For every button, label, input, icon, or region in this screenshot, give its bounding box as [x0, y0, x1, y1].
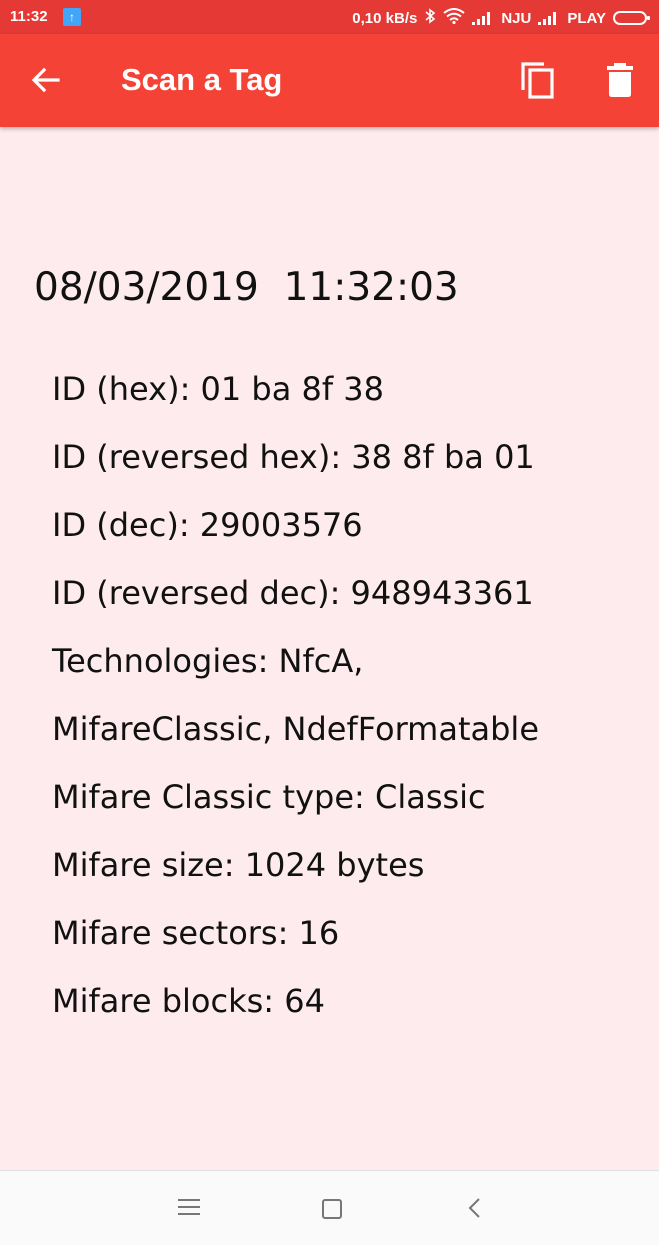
signal-icon [538, 11, 560, 25]
copy-button[interactable] [518, 60, 558, 100]
detail-id-reversed-dec: ID (reversed dec): 948943361 [52, 574, 534, 612]
status-bar: 11:32 ↑ 0,10 kB/s NJU PLAY [0, 0, 659, 34]
home-icon[interactable] [322, 1199, 342, 1219]
scan-datetime: 08/03/2019 11:32:03 [34, 265, 459, 310]
status-time: 11:32 [10, 8, 48, 25]
detail-mifare-blocks: Mifare blocks: 64 [52, 982, 325, 1020]
trash-icon [607, 63, 633, 97]
detail-technologies: Technologies: NfcA, [52, 642, 364, 680]
detail-technologies-cont: MifareClassic, NdefFormatable [52, 710, 539, 748]
battery-icon [613, 11, 650, 25]
system-nav-bar [0, 1170, 659, 1245]
network-speed: 0,10 kB/s [352, 9, 418, 27]
nav-back-icon[interactable] [465, 1195, 483, 1221]
upload-icon: ↑ [63, 8, 81, 26]
scan-result: 08/03/2019 11:32:03 ID (hex): 01 ba 8f 3… [0, 127, 659, 1170]
signal-icon [472, 11, 494, 25]
detail-mifare-type: Mifare Classic type: Classic [52, 778, 486, 816]
status-right: 0,10 kB/s NJU PLAY [352, 8, 650, 28]
wifi-icon [443, 8, 465, 28]
app-bar: Scan a Tag [0, 34, 659, 127]
tag-details: ID (hex): 01 ba 8f 38 ID (reversed hex):… [52, 363, 652, 1043]
bluetooth-icon [424, 8, 436, 28]
menu-icon[interactable] [178, 1199, 200, 1217]
page-title: Scan a Tag [121, 62, 283, 97]
detail-mifare-size: Mifare size: 1024 bytes [52, 846, 425, 884]
detail-id-dec: ID (dec): 29003576 [52, 506, 363, 544]
carrier-2: PLAY [567, 9, 606, 27]
carrier-1: NJU [501, 9, 532, 27]
delete-button[interactable] [600, 60, 640, 100]
copy-icon [521, 62, 554, 99]
detail-id-reversed-hex: ID (reversed hex): 38 8f ba 01 [52, 438, 535, 476]
back-button[interactable] [28, 62, 64, 98]
detail-id-hex: ID (hex): 01 ba 8f 38 [52, 370, 385, 408]
detail-mifare-sectors: Mifare sectors: 16 [52, 914, 340, 952]
arrow-back-icon [31, 67, 60, 93]
